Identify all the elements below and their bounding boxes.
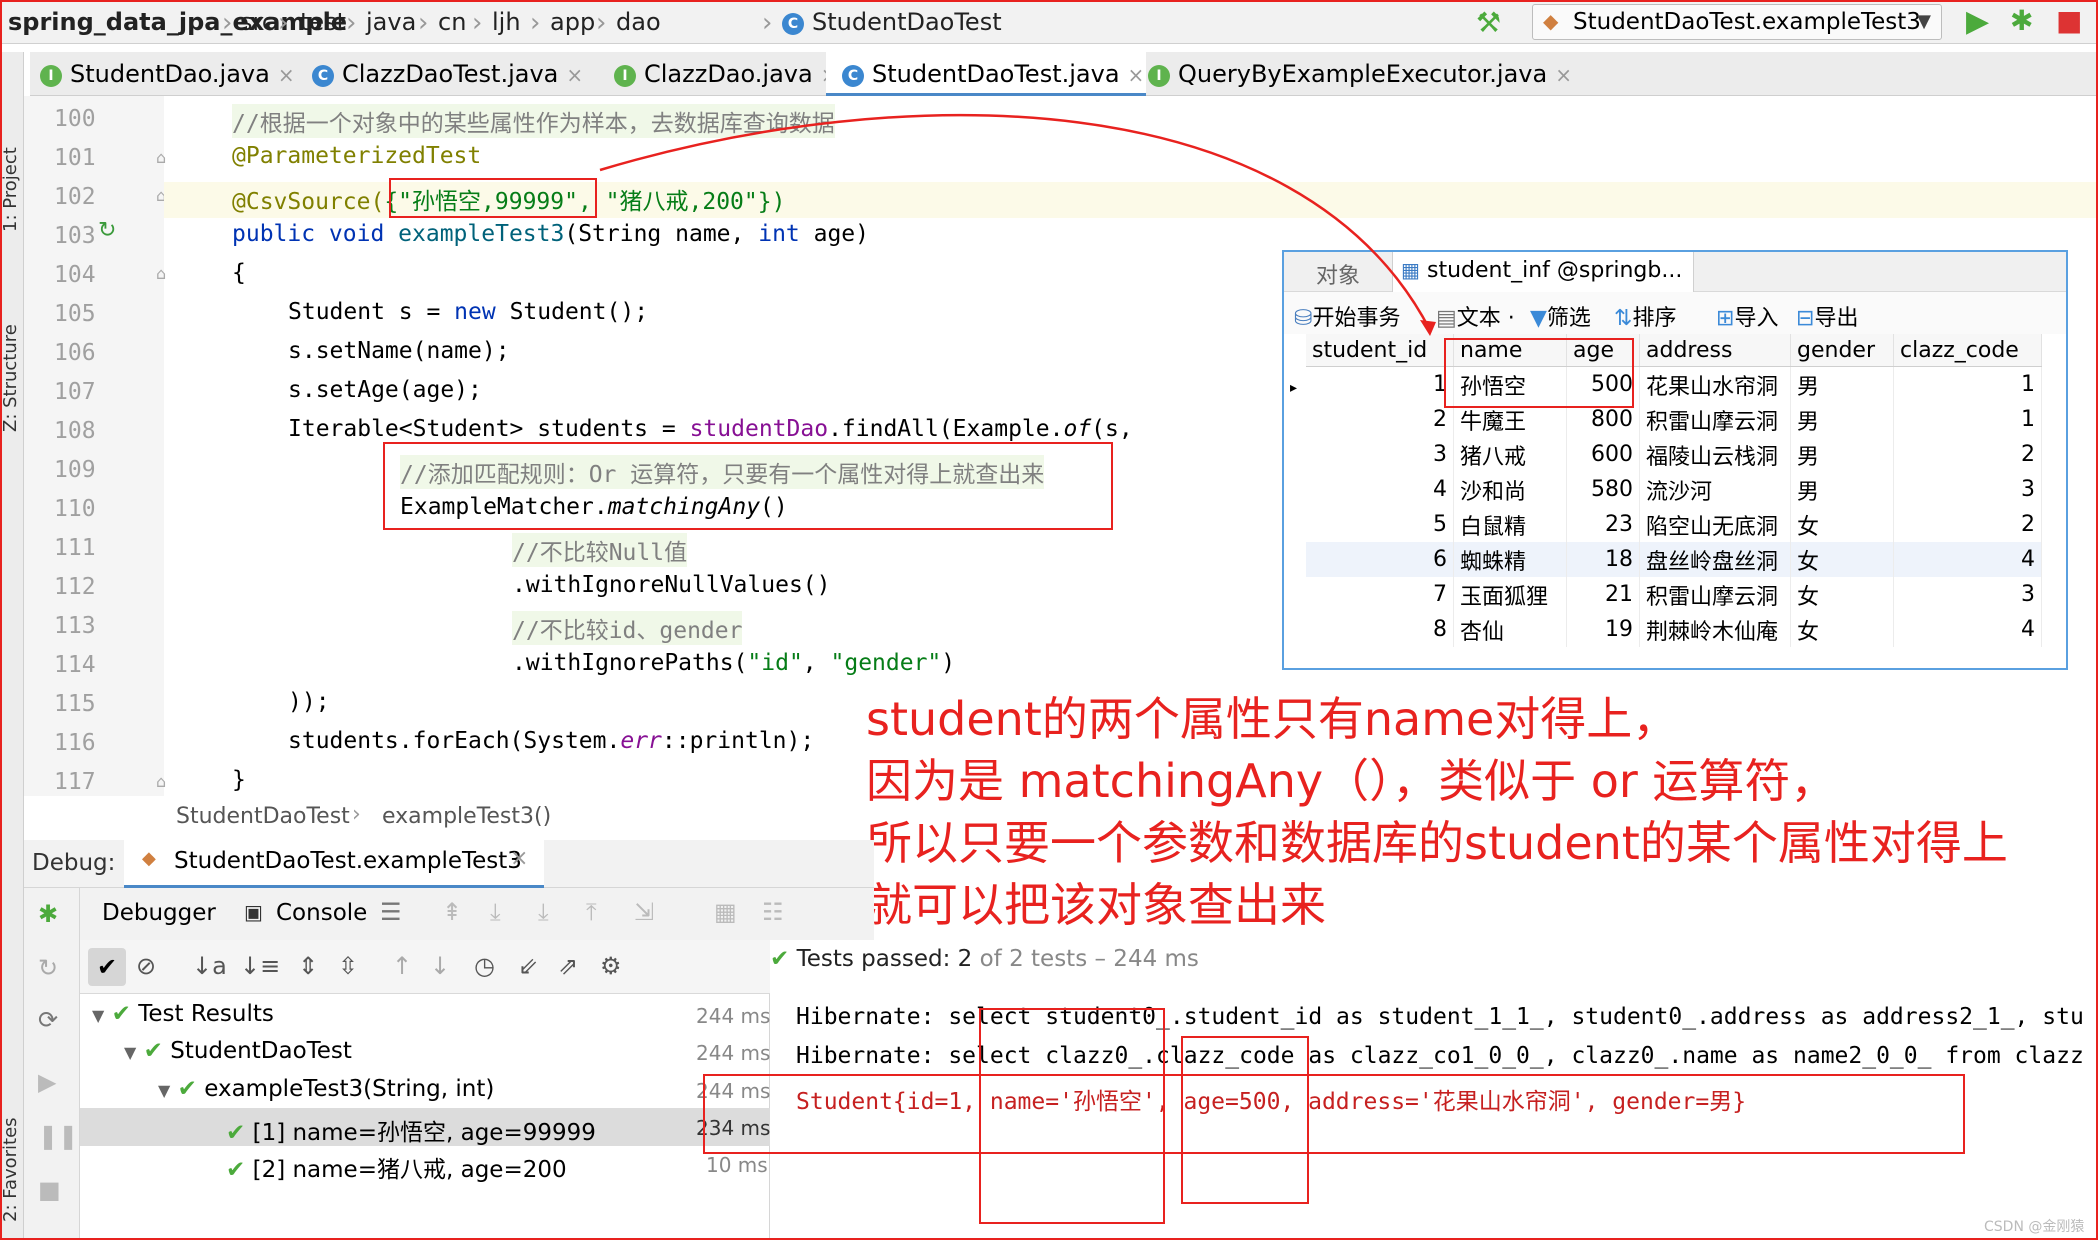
screenshot-frame [0,0,2098,1240]
